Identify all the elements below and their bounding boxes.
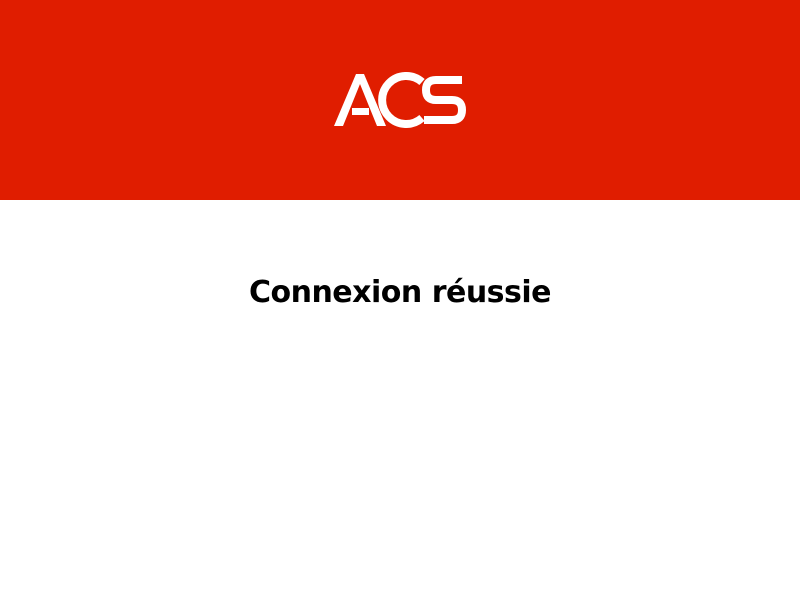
header-banner [0,0,800,200]
aos-logo-icon [334,72,466,128]
login-success-title: Connexion réussie [248,275,552,310]
aos-logo [334,72,466,128]
login-success-page: Connexion réussie [0,0,800,600]
